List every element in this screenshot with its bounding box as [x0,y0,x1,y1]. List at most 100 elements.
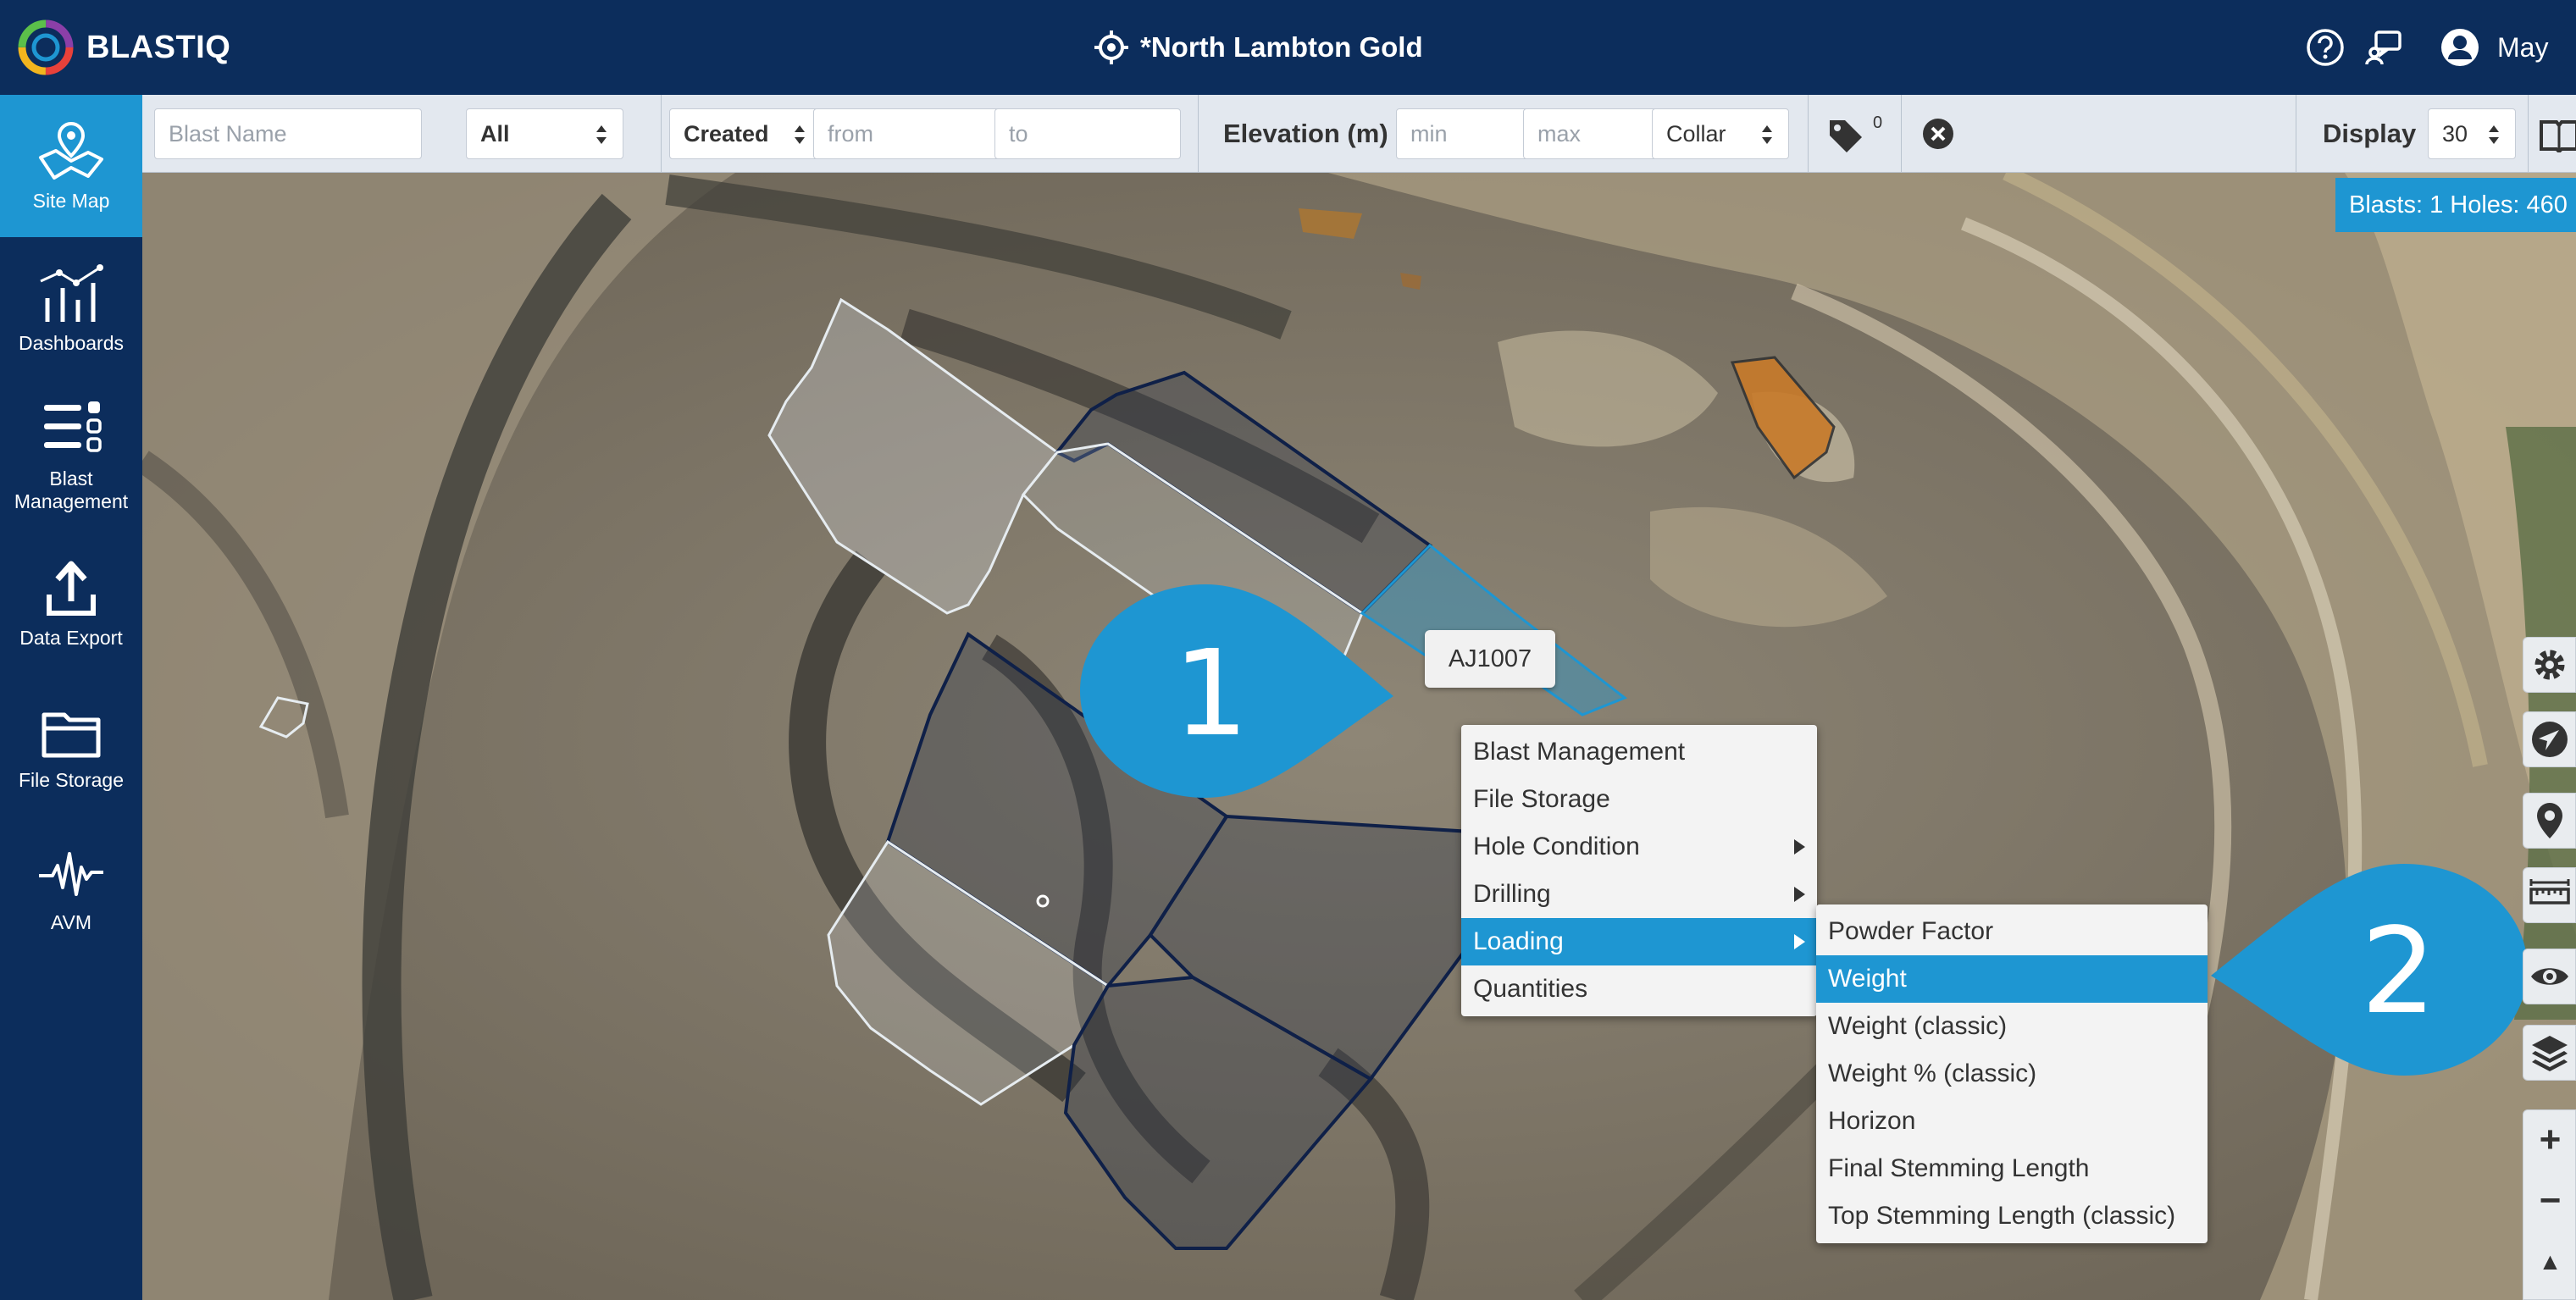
elevation-min-input[interactable]: min [1396,108,1530,159]
layers-icon [2531,1036,2568,1071]
help-icon [2307,29,2344,66]
menu-item-label: Top Stemming Length (classic) [1828,1202,2176,1230]
folder-icon [42,712,101,757]
divider [661,95,662,173]
elevation-reference-value: Collar [1666,120,1726,147]
list-icon [44,401,102,452]
menu-item-label: Blast Management [1473,738,1686,766]
help-button[interactable] [2300,22,2351,73]
sidebar-item-blast-management[interactable]: Blast Management [0,379,142,532]
map-measure-button[interactable] [2523,867,2576,923]
blast-name-input[interactable]: Blast Name [154,108,422,159]
menu-item-label: Final Stemming Length [1828,1154,2090,1182]
eye-icon [2530,968,2568,985]
sort-arrows-icon [2489,125,2499,144]
sidebar-item-file-storage[interactable]: File Storage [0,674,142,816]
divider [1901,95,1902,173]
sort-arrows-icon [596,125,607,144]
menu-item-blast-management[interactable]: Blast Management [1461,728,1817,776]
elevation-reference-select[interactable]: Collar [1652,108,1789,159]
logo-text: BLASTIQ [86,29,231,65]
feedback-button[interactable] [2359,22,2410,73]
menu-item-label: Powder Factor [1828,917,1994,945]
display-count-value: 30 [2442,120,2468,147]
zoom-out-button[interactable]: − [2523,1171,2576,1231]
menu-item-quantities[interactable]: Quantities [1461,965,1817,1013]
blast-context-menu: Blast Management File Storage Hole Condi… [1461,725,1817,1016]
submenu-item-powder-factor[interactable]: Powder Factor [1816,908,2208,955]
menu-item-label: Quantities [1473,975,1588,1003]
sidebar-nav: Site Map Dashboards Blast Management Dat… [0,95,142,1300]
user-menu[interactable]: May [2440,22,2548,73]
clear-filters-icon[interactable] [1921,117,1955,151]
divider [1808,95,1809,173]
submenu-item-horizon[interactable]: Horizon [1816,1098,2208,1145]
menu-item-loading[interactable]: Loading [1461,918,1817,965]
menu-item-label: Loading [1473,927,1564,955]
submenu-item-weight-percent-classic[interactable]: Weight % (classic) [1816,1050,2208,1098]
site-selector[interactable]: *North Lambton Gold [1093,20,1423,75]
tag-icon[interactable] [1826,117,1864,154]
sidebar-item-label: Blast Management [14,467,129,512]
menu-item-drilling[interactable]: Drilling [1461,871,1817,918]
sidebar-item-label: Dashboards [18,331,125,354]
submenu-item-weight[interactable]: Weight [1816,955,2208,1003]
map-navigate-button[interactable] [2523,711,2576,767]
submenu-item-final-stemming-length[interactable]: Final Stemming Length [1816,1145,2208,1192]
sidebar-item-avm[interactable]: AVM [0,816,142,959]
menu-item-file-storage[interactable]: File Storage [1461,776,1817,823]
submenu-arrow-icon [1794,887,1805,902]
blast-stats-banner: Blasts: 1 Holes: 460 [2335,178,2576,232]
blast-type-value: All [480,120,510,147]
reset-north-button[interactable]: ▲ [2523,1232,2576,1292]
user-name: May [2497,31,2549,63]
legend-book-icon[interactable] [2538,117,2576,152]
menu-item-label: Drilling [1473,880,1551,908]
ruler-icon [2529,879,2570,904]
sidebar-item-label: AVM [50,910,92,933]
menu-item-hole-condition[interactable]: Hole Condition [1461,823,1817,871]
map-visibility-button[interactable] [2523,949,2576,1004]
zoom-in-button[interactable]: + [2523,1110,2576,1170]
date-field-select[interactable]: Created [669,108,822,159]
date-to-input[interactable]: to [994,108,1181,159]
menu-item-label: Weight (classic) [1828,1012,2008,1040]
chart-icon [40,263,103,322]
filter-bar: Blast Name All Created from to Elevation… [142,95,2576,173]
menu-item-label: Hole Condition [1473,833,1640,860]
sort-arrows-icon [1762,125,1772,144]
sidebar-item-site-map[interactable]: Site Map [0,95,142,237]
sort-arrows-icon [795,125,805,144]
menu-item-label: Weight % (classic) [1828,1059,2037,1087]
submenu-item-weight-classic[interactable]: Weight (classic) [1816,1003,2208,1050]
display-count-select[interactable]: 30 [2428,108,2516,159]
sidebar-item-data-export[interactable]: Data Export [0,532,142,674]
loading-submenu: Powder Factor Weight Weight (classic) We… [1816,904,2208,1243]
divider [2528,95,2529,173]
blastiq-logo-icon [18,19,74,75]
sidebar-item-label: File Storage [18,768,124,791]
submenu-arrow-icon [1794,839,1805,855]
menu-item-label: Horizon [1828,1107,1916,1135]
elevation-label: Elevation (m) [1223,119,1388,148]
app-logo[interactable]: BLASTIQ [15,12,230,83]
navigate-icon [2531,722,2568,757]
crosshair-icon [1094,30,1128,64]
map-layers-button[interactable] [2523,1025,2576,1081]
callout-number-2: 2 [2361,903,2437,1041]
menu-item-label: File Storage [1473,785,1610,813]
callout-number-1: 1 [1173,625,1249,763]
date-from-input[interactable]: from [813,108,1003,159]
top-header: BLASTIQ *North Lambton Gold May [0,0,2576,95]
map-settings-button[interactable] [2523,637,2576,693]
map-pin-button[interactable] [2523,793,2576,849]
pin-icon [2536,803,2562,838]
blast-type-select[interactable]: All [466,108,623,159]
elevation-max-input[interactable]: max [1523,108,1659,159]
tag-count: 0 [1873,113,1883,132]
display-label: Display [2323,119,2417,148]
menu-item-label: Weight [1828,965,1907,993]
submenu-arrow-icon [1794,934,1805,949]
sidebar-item-dashboards[interactable]: Dashboards [0,237,142,379]
submenu-item-top-stemming-length-classic[interactable]: Top Stemming Length (classic) [1816,1192,2208,1240]
